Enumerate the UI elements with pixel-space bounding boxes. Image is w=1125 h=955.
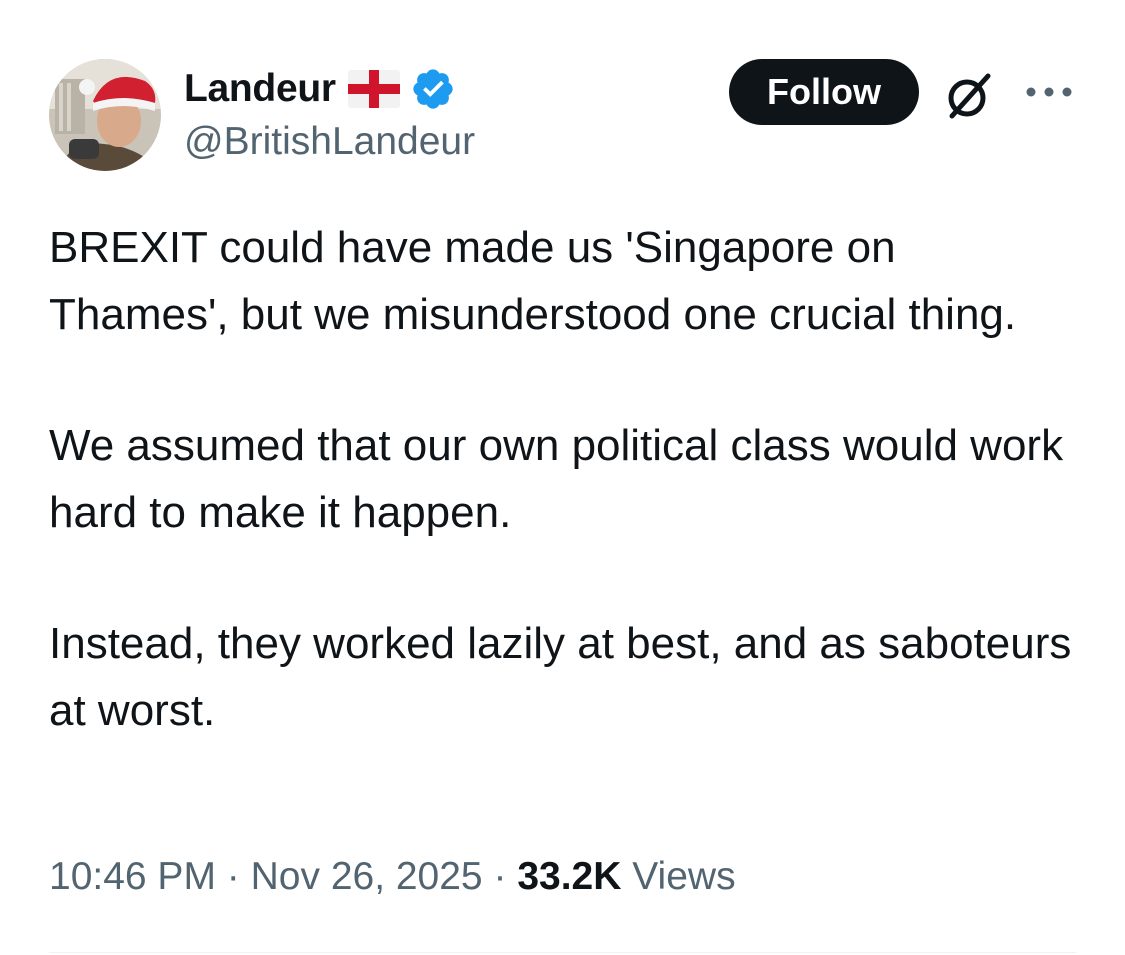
verified-badge-icon[interactable] (410, 66, 456, 112)
avatar[interactable] (49, 59, 161, 171)
author-name-row: Landeur (184, 64, 456, 114)
tweet-text: BREXIT could have made us 'Singapore on … (49, 214, 1079, 744)
more-options-icon[interactable] (1023, 80, 1075, 104)
follow-button[interactable]: Follow (729, 59, 919, 125)
avatar-image (49, 59, 161, 171)
tweet-time[interactable]: 10:46 PM (49, 855, 216, 898)
grok-icon[interactable] (940, 68, 996, 124)
views-label: Views (632, 855, 736, 898)
tweet-meta: 10:46 PM · Nov 26, 2025 · 33.2K Views (49, 855, 736, 899)
tweet-date[interactable]: Nov 26, 2025 (251, 855, 483, 898)
tweet-paragraph: Instead, they worked lazily at best, and… (49, 619, 1072, 735)
tweet-paragraph: BREXIT could have made us 'Singapore on … (49, 223, 1017, 339)
display-name[interactable]: Landeur (184, 67, 336, 111)
meta-separator: · (226, 855, 240, 898)
views-count[interactable]: 33.2K (517, 855, 621, 898)
england-flag-icon (347, 70, 400, 108)
author-handle[interactable]: @BritishLandeur (184, 120, 475, 164)
meta-separator: · (493, 855, 507, 898)
divider (49, 952, 1076, 953)
tweet-paragraph: We assumed that our own political class … (49, 421, 1064, 537)
